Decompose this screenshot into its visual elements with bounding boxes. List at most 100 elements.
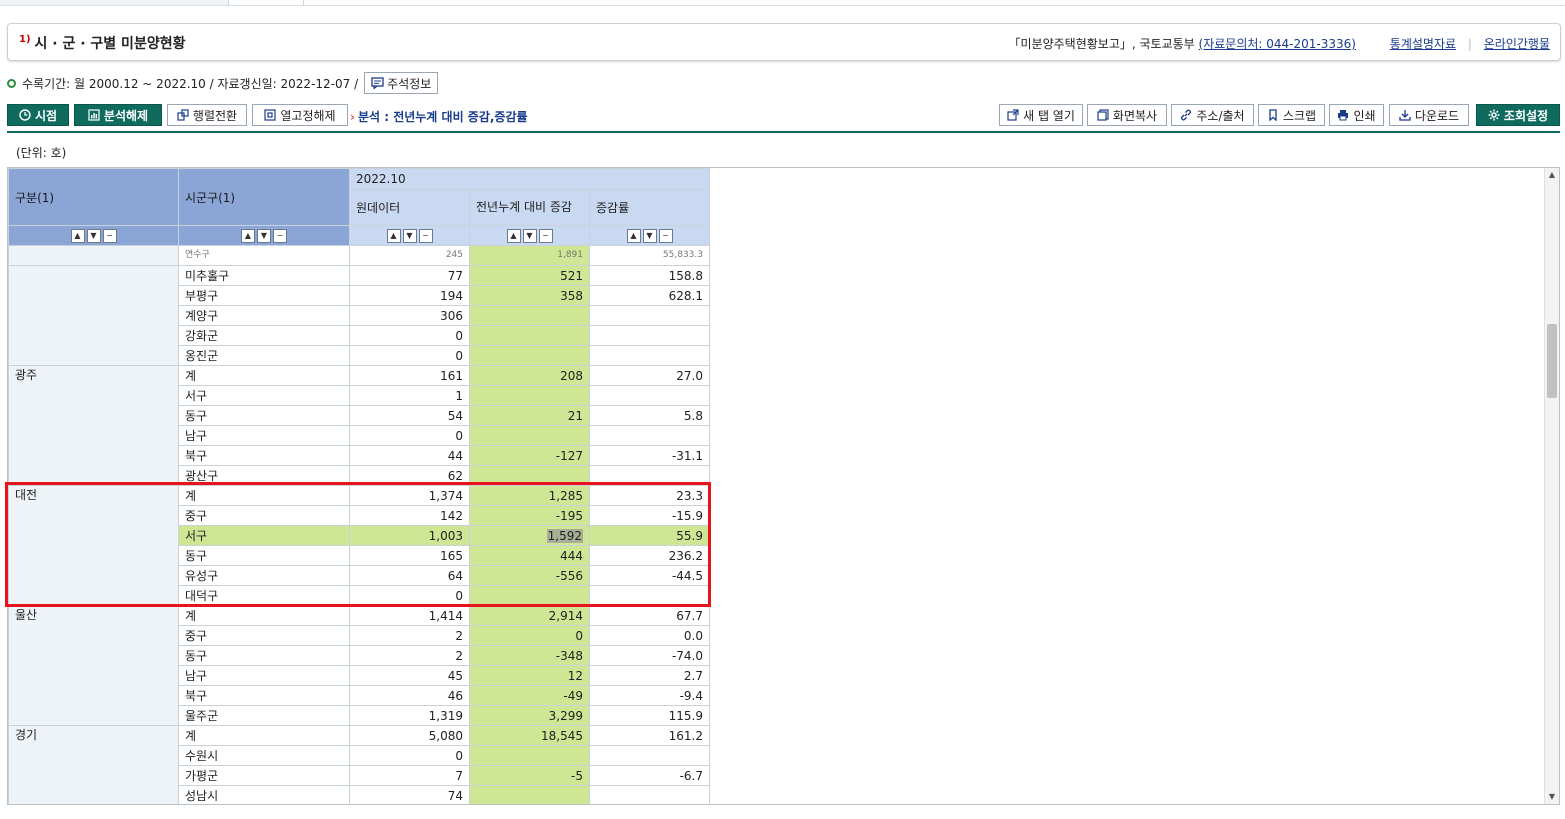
cell-district[interactable]: 계 [178, 725, 350, 746]
cell-district[interactable]: 수원시 [178, 745, 350, 766]
cell-rate[interactable]: -15.9 [589, 505, 710, 526]
cell-diff[interactable]: -49 [469, 685, 590, 706]
cell-diff[interactable]: 1,592 [469, 525, 590, 546]
cell-raw[interactable]: 0 [349, 585, 470, 606]
cell-diff[interactable] [469, 345, 590, 366]
column-header-district[interactable]: 시군구(1) [178, 168, 350, 226]
cell-diff[interactable]: 358 [469, 285, 590, 306]
cell-rate[interactable]: 2.7 [589, 665, 710, 686]
column-header-diff[interactable]: 전년누계 대비 증감 [469, 189, 590, 226]
cell-rate[interactable] [589, 345, 710, 366]
cell-raw[interactable]: 46 [349, 685, 470, 706]
collapse-icon[interactable]: − [102, 228, 117, 243]
cell-diff[interactable] [469, 785, 590, 804]
cell-raw[interactable]: 7 [349, 765, 470, 786]
cell-rate[interactable]: 23.3 [589, 485, 710, 506]
cell-raw[interactable]: 0 [349, 345, 470, 366]
cell-district[interactable]: 중구 [178, 625, 350, 646]
cell-rate[interactable] [589, 425, 710, 446]
cell-raw[interactable]: 1,003 [349, 525, 470, 546]
cell-raw[interactable]: 142 [349, 505, 470, 526]
cell-raw[interactable]: 306 [349, 305, 470, 326]
cell-rate[interactable]: -31.1 [589, 445, 710, 466]
cell-rate[interactable]: -44.5 [589, 565, 710, 586]
cell-rate[interactable] [589, 585, 710, 606]
cell-district[interactable]: 남구 [178, 665, 350, 686]
top-tab-2[interactable] [229, 0, 304, 5]
cell-raw[interactable]: 1,319 [349, 705, 470, 726]
unfreeze-columns-button[interactable]: 열고정해제 [252, 104, 348, 126]
collapse-icon[interactable]: − [538, 228, 553, 243]
cell-rate[interactable] [589, 465, 710, 486]
cell-district[interactable]: 부평구 [178, 285, 350, 306]
cell-district[interactable]: 동구 [178, 545, 350, 566]
cell-raw[interactable]: 44 [349, 445, 470, 466]
cell-group[interactable]: 광주 [8, 365, 179, 486]
cell-district[interactable]: 울주군 [178, 705, 350, 726]
sort-desc-icon[interactable]: ▼ [257, 228, 271, 243]
scrap-button[interactable]: 스크랩 [1258, 104, 1325, 126]
cell-raw[interactable]: 45 [349, 665, 470, 686]
cell-district[interactable]: 연수구 [178, 245, 350, 266]
cell-raw[interactable]: 1,374 [349, 485, 470, 506]
cell-diff[interactable] [469, 465, 590, 486]
cell-diff[interactable]: 0 [469, 625, 590, 646]
cell-rate[interactable]: 27.0 [589, 365, 710, 386]
cell-district[interactable]: 강화군 [178, 325, 350, 346]
cell-diff[interactable]: -348 [469, 645, 590, 666]
note-info-button[interactable]: 주석정보 [364, 72, 439, 94]
stat-description-link[interactable]: 통계설명자료 [1390, 37, 1456, 51]
download-button[interactable]: 다운로드 [1389, 104, 1469, 126]
cell-rate[interactable]: 55,833.3 [589, 245, 710, 266]
cell-rate[interactable]: 628.1 [589, 285, 710, 306]
cell-rate[interactable]: 67.7 [589, 605, 710, 626]
cell-rate[interactable]: 5.8 [589, 405, 710, 426]
cell-rate[interactable]: 158.8 [589, 265, 710, 286]
cell-diff[interactable]: 18,545 [469, 725, 590, 746]
column-header-rate[interactable]: 증감률 [589, 189, 710, 226]
cell-district[interactable]: 계 [178, 605, 350, 626]
cell-group[interactable]: 경기 [8, 725, 179, 804]
analysis-off-button[interactable]: 분석해제 [74, 104, 162, 126]
online-publication-link[interactable]: 온라인간행물 [1484, 37, 1550, 51]
cell-raw[interactable]: 2 [349, 645, 470, 666]
cell-diff[interactable]: -195 [469, 505, 590, 526]
print-button[interactable]: 인쇄 [1329, 104, 1384, 126]
cell-district[interactable]: 중구 [178, 505, 350, 526]
cell-district[interactable]: 북구 [178, 685, 350, 706]
cell-raw[interactable]: 0 [349, 425, 470, 446]
cell-district[interactable]: 서구 [178, 525, 350, 546]
cell-rate[interactable]: 55.9 [589, 525, 710, 546]
column-header-period[interactable]: 2022.10 [349, 168, 710, 190]
sort-asc-icon[interactable]: ▲ [626, 228, 641, 243]
cell-diff[interactable] [469, 385, 590, 406]
cell-raw[interactable]: 5,080 [349, 725, 470, 746]
cell-raw[interactable]: 165 [349, 545, 470, 566]
cell-diff[interactable]: 1,285 [469, 485, 590, 506]
query-settings-button[interactable]: 조회설정 [1476, 104, 1560, 126]
cell-rate[interactable] [589, 325, 710, 346]
cell-district[interactable]: 성남시 [178, 785, 350, 804]
cell-raw[interactable]: 2 [349, 625, 470, 646]
screen-copy-button[interactable]: 화면복사 [1087, 104, 1167, 126]
pivot-button[interactable]: 행렬전환 [167, 104, 247, 126]
cell-raw[interactable]: 0 [349, 745, 470, 766]
cell-district[interactable]: 광산구 [178, 465, 350, 486]
sort-asc-icon[interactable]: ▲ [70, 228, 85, 243]
cell-diff[interactable] [469, 425, 590, 446]
cell-rate[interactable]: -9.4 [589, 685, 710, 706]
cell-district[interactable]: 동구 [178, 645, 350, 666]
cell-rate[interactable]: 161.2 [589, 725, 710, 746]
cell-raw[interactable]: 54 [349, 405, 470, 426]
cell-group[interactable]: 대전 [8, 485, 179, 606]
title-footnote-mark[interactable]: 1) [19, 34, 31, 45]
cell-diff[interactable]: 2,914 [469, 605, 590, 626]
cell-district[interactable]: 계 [178, 485, 350, 506]
cell-raw[interactable]: 1 [349, 385, 470, 406]
collapse-icon[interactable]: − [418, 228, 433, 243]
cell-district[interactable]: 서구 [178, 385, 350, 406]
table-row-partial[interactable]: 연수구 245 1,891 55,833.3 [8, 245, 710, 266]
cell-group[interactable]: 울산 [8, 605, 179, 726]
sort-asc-icon[interactable]: ▲ [506, 228, 521, 243]
cell-raw[interactable]: 245 [349, 245, 470, 266]
